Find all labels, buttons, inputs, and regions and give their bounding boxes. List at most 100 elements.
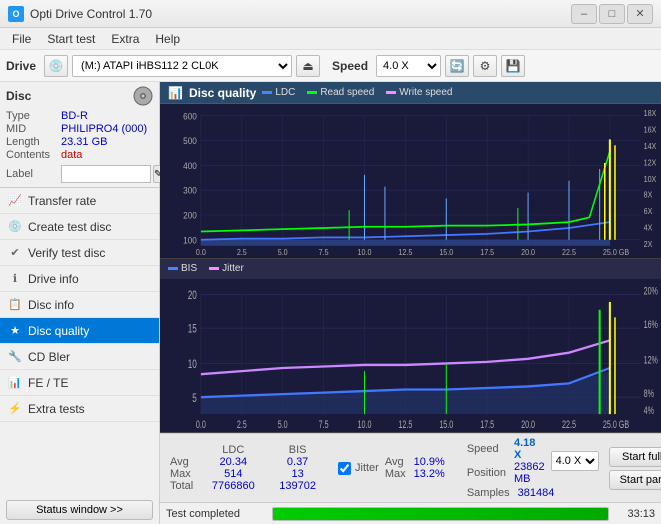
app-icon: O xyxy=(8,6,24,22)
jitter-legend-dot xyxy=(209,267,219,270)
write-legend-label: Write speed xyxy=(399,87,452,98)
menu-help[interactable]: Help xyxy=(147,30,188,48)
svg-text:20.0: 20.0 xyxy=(521,418,535,430)
save-button[interactable]: 💾 xyxy=(501,55,525,77)
menu-bar: File Start test Extra Help xyxy=(0,28,661,50)
svg-text:15.0: 15.0 xyxy=(439,248,453,258)
menu-file[interactable]: File xyxy=(4,30,39,48)
position-label: Position xyxy=(463,461,510,485)
nav-disc-info[interactable]: 📋 Disc info xyxy=(0,292,159,318)
top-chart: 600 500 400 300 200 100 18X 16X 14X 12X … xyxy=(160,104,661,259)
progress-bar-fill xyxy=(273,508,608,520)
speed-selector[interactable]: 4.0 X 1.0 X 2.0 X 8.0 X xyxy=(376,55,441,77)
label-key: Label xyxy=(6,168,61,180)
right-panel: 📊 Disc quality LDC Read speed Write spee… xyxy=(160,82,661,524)
speed-key-label: Speed xyxy=(463,437,510,461)
nav-cd-bler[interactable]: 🔧 CD Bler xyxy=(0,344,159,370)
maximize-button[interactable]: □ xyxy=(599,4,625,24)
position-value: 23862 MB xyxy=(510,461,549,485)
refresh-button[interactable]: 🔄 xyxy=(445,55,469,77)
svg-text:0.0: 0.0 xyxy=(196,248,206,258)
bis-legend-label: BIS xyxy=(181,263,197,274)
svg-text:7.5: 7.5 xyxy=(319,248,329,258)
jitter-label: Jitter xyxy=(355,462,379,474)
label-input[interactable] xyxy=(61,165,151,183)
svg-text:10.0: 10.0 xyxy=(358,418,372,430)
write-legend-dot xyxy=(386,91,396,94)
disc-panel: Disc Type BD-R MID PHILIPRO4 (000) xyxy=(0,82,159,188)
jitter-values: Avg 10.9% Max 13.2% xyxy=(383,456,451,480)
svg-text:14X: 14X xyxy=(644,141,657,151)
contents-key: Contents xyxy=(6,149,61,161)
svg-text:15: 15 xyxy=(188,323,197,336)
svg-text:10: 10 xyxy=(188,358,197,371)
stats-panel: LDC BIS Avg 20.34 0.37 Max 514 xyxy=(160,433,661,502)
svg-text:22.5: 22.5 xyxy=(562,248,576,258)
nav-create-test-disc[interactable]: 💿 Create test disc xyxy=(0,214,159,240)
stats-row: LDC BIS Avg 20.34 0.37 Max 514 xyxy=(168,437,653,499)
svg-text:7.5: 7.5 xyxy=(319,418,329,430)
start-full-button[interactable]: Start full xyxy=(609,447,661,467)
nav-verify-test-disc[interactable]: ✔ Verify test disc xyxy=(0,240,159,266)
svg-text:4%: 4% xyxy=(644,404,654,416)
drive-label: Drive xyxy=(6,59,36,73)
svg-text:12.5: 12.5 xyxy=(398,248,412,258)
svg-text:500: 500 xyxy=(183,136,197,147)
jitter-legend-label: Jitter xyxy=(222,263,244,274)
svg-text:12%: 12% xyxy=(644,354,658,366)
svg-text:400: 400 xyxy=(183,160,197,171)
eject-button[interactable]: ⏏ xyxy=(296,55,320,77)
title-bar: O Opti Drive Control 1.70 – □ ✕ xyxy=(0,0,661,28)
max-ldc: 514 xyxy=(199,468,267,480)
mid-value: PHILIPRO4 (000) xyxy=(61,123,147,135)
samples-label: Samples xyxy=(463,487,514,499)
jitter-avg-label: Avg xyxy=(383,456,408,468)
svg-text:5.0: 5.0 xyxy=(278,418,288,430)
sidebar: Disc Type BD-R MID PHILIPRO4 (000) xyxy=(0,82,160,524)
nav-drive-info[interactable]: ℹ Drive info xyxy=(0,266,159,292)
chart-icon: 📊 xyxy=(168,86,183,100)
ldc-legend-label: LDC xyxy=(275,87,295,98)
svg-text:20.0: 20.0 xyxy=(521,248,535,258)
nav-disc-quality[interactable]: ★ Disc quality xyxy=(0,318,159,344)
svg-text:15.0: 15.0 xyxy=(439,418,453,430)
total-label: Total xyxy=(168,480,199,492)
nav-transfer-rate[interactable]: 📈 Transfer rate xyxy=(0,188,159,214)
svg-text:600: 600 xyxy=(183,111,197,122)
svg-text:8%: 8% xyxy=(644,387,654,399)
status-window-button[interactable]: Status window >> xyxy=(6,500,153,520)
stats-table: LDC BIS Avg 20.34 0.37 Max 514 xyxy=(168,444,328,492)
close-button[interactable]: ✕ xyxy=(627,4,653,24)
drive-selector[interactable]: (M:) ATAPI iHBS112 2 CL0K xyxy=(72,55,292,77)
nav-extra-tests[interactable]: ⚡ Extra tests xyxy=(0,396,159,422)
progress-bar-container xyxy=(272,507,609,521)
svg-text:10.0: 10.0 xyxy=(358,248,372,258)
jitter-checkbox[interactable] xyxy=(338,462,351,475)
bis-legend-bar: BIS Jitter xyxy=(160,259,661,279)
start-part-button[interactable]: Start part xyxy=(609,470,661,490)
bottom-status-bar: Test completed 33:13 xyxy=(160,502,661,524)
svg-text:4X: 4X xyxy=(644,223,653,233)
svg-text:20: 20 xyxy=(188,289,197,302)
samples-value: 381484 xyxy=(514,487,559,499)
length-key: Length xyxy=(6,136,61,148)
minimize-button[interactable]: – xyxy=(571,4,597,24)
read-legend-dot xyxy=(307,91,317,94)
type-value: BD-R xyxy=(61,110,88,122)
nav-section: 📈 Transfer rate 💿 Create test disc ✔ Ver… xyxy=(0,188,159,496)
svg-text:2X: 2X xyxy=(644,239,653,249)
menu-start-test[interactable]: Start test xyxy=(39,30,103,48)
speed-display-val: 4.18 X xyxy=(510,437,549,461)
speed-selector-stats[interactable]: 4.0 X 8.0 X Max xyxy=(551,451,599,471)
avg-label: Avg xyxy=(168,456,199,468)
time-display: 33:13 xyxy=(615,508,655,520)
ldc-legend-dot xyxy=(262,91,272,94)
nav-fe-te[interactable]: 📊 FE / TE xyxy=(0,370,159,396)
svg-text:300: 300 xyxy=(183,185,197,196)
disc-icon xyxy=(133,86,153,106)
settings-button[interactable]: ⚙ xyxy=(473,55,497,77)
menu-extra[interactable]: Extra xyxy=(103,30,147,48)
svg-text:16%: 16% xyxy=(644,318,658,330)
bis-legend-dot xyxy=(168,267,178,270)
svg-text:16X: 16X xyxy=(644,125,657,135)
